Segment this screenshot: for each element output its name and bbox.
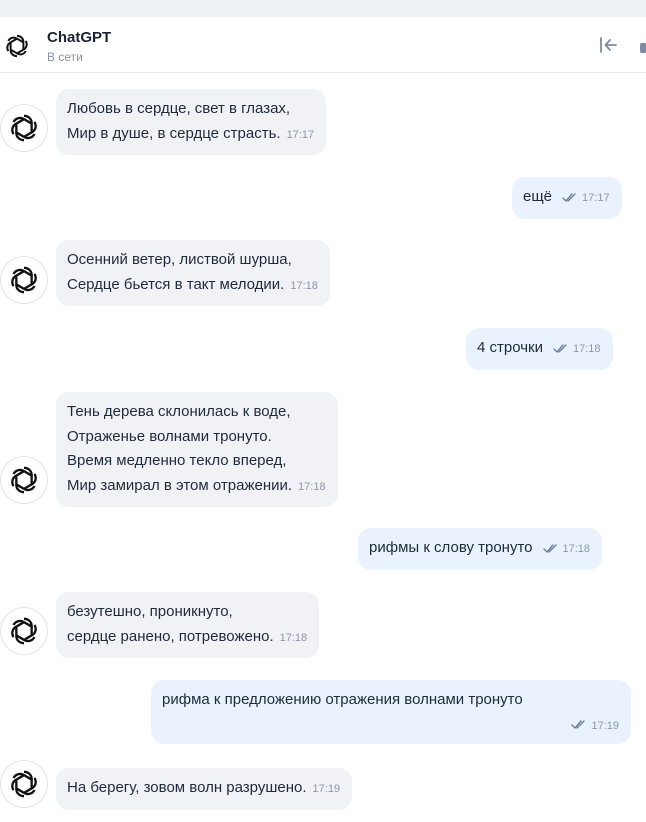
double-check-icon: [553, 343, 567, 354]
double-check-icon: [571, 719, 586, 730]
message-text: рифма к предложению отражения волнами тр…: [162, 691, 523, 708]
openai-logo-icon: [0, 607, 48, 655]
message-time: 17:18: [279, 631, 308, 644]
message-bubble-incoming: Тень дерева склонилась к воде, Отраженье…: [56, 392, 338, 507]
openai-logo-icon: [0, 456, 48, 504]
double-check-icon: [562, 192, 576, 203]
message-bubble-incoming: безутешно, проникнуто, сердце ранено, по…: [56, 592, 320, 658]
message-time: 17:19: [591, 719, 619, 732]
message-time: 17:18: [573, 343, 601, 355]
message-text: Время медленно текло вперед,: [67, 452, 287, 469]
message-time: 17:17: [286, 128, 315, 141]
message-text: сердце ранено, потревожено.: [67, 627, 274, 645]
message-time: 17:19: [312, 783, 341, 795]
openai-logo-icon: [0, 29, 34, 63]
message-bubble-outgoing: рифмы к слову тронуто 17:18: [358, 528, 603, 570]
top-strip: [0, 0, 646, 17]
message-text: безутешно, проникнуто,: [67, 603, 233, 620]
message-time: 17:18: [298, 480, 326, 493]
message-bubble-outgoing: 4 строчки 17:18: [466, 328, 613, 370]
message-time: 17:18: [290, 279, 318, 292]
message-bubble-incoming: Осенний ветер, листвой шурша, Сердце бье…: [56, 240, 330, 306]
message-text: 4 строчки: [477, 339, 543, 356]
message-bubble-outgoing: ещё 17:17: [512, 177, 622, 219]
online-status: В сети: [47, 50, 83, 64]
message-bubble-outgoing: рифма к предложению отражения волнами тр…: [151, 680, 631, 744]
message-text: Сердце бьется в такт мелодии.: [67, 275, 285, 293]
openai-logo-icon: [0, 256, 48, 304]
message-text: Осенний ветер, листвой шурша,: [67, 251, 292, 268]
message-text: Мир замирал в этом отражении.: [67, 476, 293, 494]
message-text: Отраженье волнами тронуто.: [67, 427, 272, 445]
double-check-icon: [542, 543, 557, 554]
message-text: рифмы к слову тронуто: [369, 539, 533, 556]
chat-header: ChatGPT В сети: [0, 17, 646, 73]
side-panel-toggle[interactable]: [640, 43, 646, 53]
message-time: 17:17: [582, 192, 610, 204]
openai-logo-icon: [0, 104, 48, 152]
message-text: Любовь в сердце, свет в глазах,: [67, 100, 291, 117]
chat-title: ChatGPT: [47, 29, 112, 46]
collapse-panel-icon[interactable]: [597, 35, 619, 55]
message-bubble-incoming: Любовь в сердце, свет в глазах, Мир в ду…: [56, 89, 327, 155]
message-text: На берегу, зовом волн разрушено.: [67, 779, 307, 796]
message-text: Тень дерева склонилась к воде,: [67, 403, 291, 420]
message-text: ещё: [523, 188, 553, 205]
message-text: Мир в душе, в сердце страсть.: [67, 124, 281, 142]
message-bubble-incoming: На берегу, зовом волн разрушено. 17:19: [56, 768, 353, 810]
message-time: 17:18: [562, 543, 591, 555]
openai-logo-icon: [0, 760, 48, 808]
